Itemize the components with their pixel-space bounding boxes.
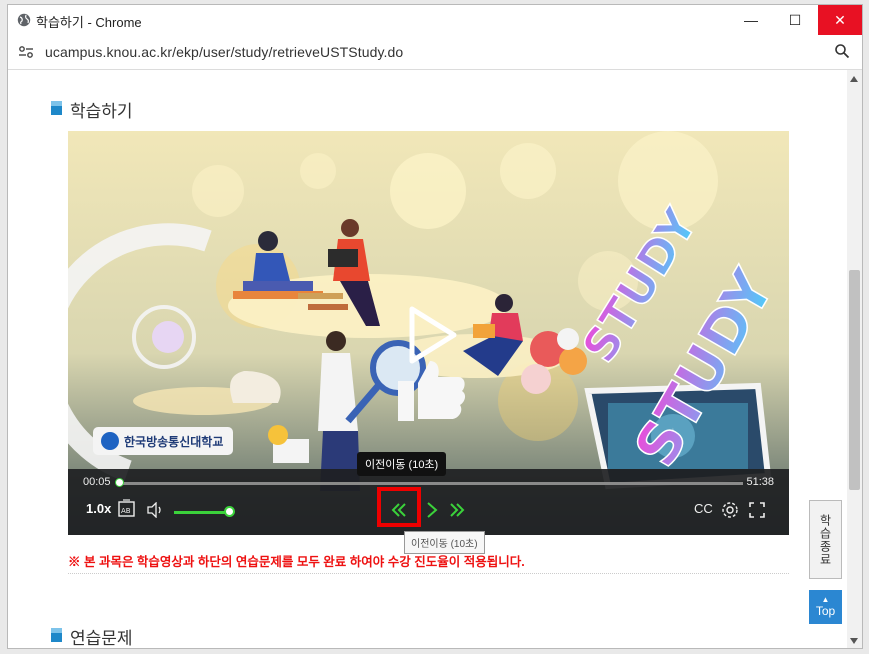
section-title-practice: 연습문제	[70, 629, 133, 648]
fullscreen-icon[interactable]	[748, 501, 766, 519]
speed-button[interactable]: 1.0x	[86, 501, 111, 516]
scroll-thumb[interactable]	[849, 270, 860, 490]
settings-gear-icon[interactable]	[721, 501, 739, 519]
minimize-button[interactable]: —	[728, 5, 774, 35]
up-arrow-icon: ▲	[821, 595, 830, 604]
current-time: 00:05	[83, 476, 111, 488]
volume-knob[interactable]	[224, 506, 235, 517]
browser-window: 학습하기 - Chrome — ☐ ✕ ucampus.knou.ac.kr/e…	[7, 4, 863, 649]
volume-slider[interactable]	[174, 511, 230, 514]
section-marker	[51, 628, 62, 642]
title-bar: 학습하기 - Chrome — ☐ ✕	[8, 5, 862, 35]
zoom-icon[interactable]	[834, 43, 850, 59]
url-text[interactable]: ucampus.knou.ac.kr/ekp/user/study/retrie…	[45, 44, 403, 60]
end-study-button[interactable]: 학습종료	[809, 500, 842, 579]
forward-10-icon[interactable]	[448, 501, 466, 519]
globe-icon	[17, 13, 31, 27]
video-controls: 이전이동 (10초) 00:05 51:38 1.0x AB CC	[68, 452, 789, 535]
scroll-top-button[interactable]: ▲ Top	[809, 590, 842, 624]
address-bar: ucampus.knou.ac.kr/ekp/user/study/retrie…	[8, 35, 862, 70]
play-small-icon[interactable]	[425, 501, 439, 519]
section-marker	[51, 101, 62, 115]
total-time: 51:38	[746, 476, 774, 488]
svg-text:AB: AB	[121, 507, 131, 515]
page-content: 학습하기 ✦ STUDY STUDY 한국방송통신대학교 이전이동 (10초) …	[8, 70, 848, 648]
scroll-up-arrow-icon[interactable]	[850, 76, 858, 82]
progress-knob[interactable]	[115, 478, 124, 487]
divider	[68, 573, 789, 574]
close-button[interactable]: ✕	[818, 5, 862, 35]
maximize-button[interactable]: ☐	[772, 5, 818, 35]
rewind-tooltip: 이전이동 (10초)	[357, 452, 447, 476]
site-settings-icon[interactable]	[18, 45, 34, 59]
rewind-10-icon[interactable]	[390, 501, 408, 519]
vertical-scrollbar[interactable]	[847, 70, 862, 648]
section-title-study: 학습하기	[70, 102, 133, 121]
volume-icon[interactable]	[146, 502, 164, 518]
video-logo-text: 한국방송통신대학교	[124, 434, 223, 449]
scroll-down-arrow-icon[interactable]	[850, 638, 858, 644]
top-button-label: Top	[815, 604, 836, 618]
progress-bar[interactable]	[115, 478, 743, 487]
rewind-native-tooltip: 이전이동 (10초)	[404, 531, 485, 554]
subtitle-ab-icon[interactable]: AB	[118, 499, 136, 519]
cc-icon[interactable]: CC	[694, 501, 713, 516]
video-player[interactable]: ✦ STUDY STUDY 한국방송통신대학교 이전이동 (10초) 00:05	[68, 131, 789, 535]
window-title: 학습하기 - Chrome	[36, 15, 142, 30]
